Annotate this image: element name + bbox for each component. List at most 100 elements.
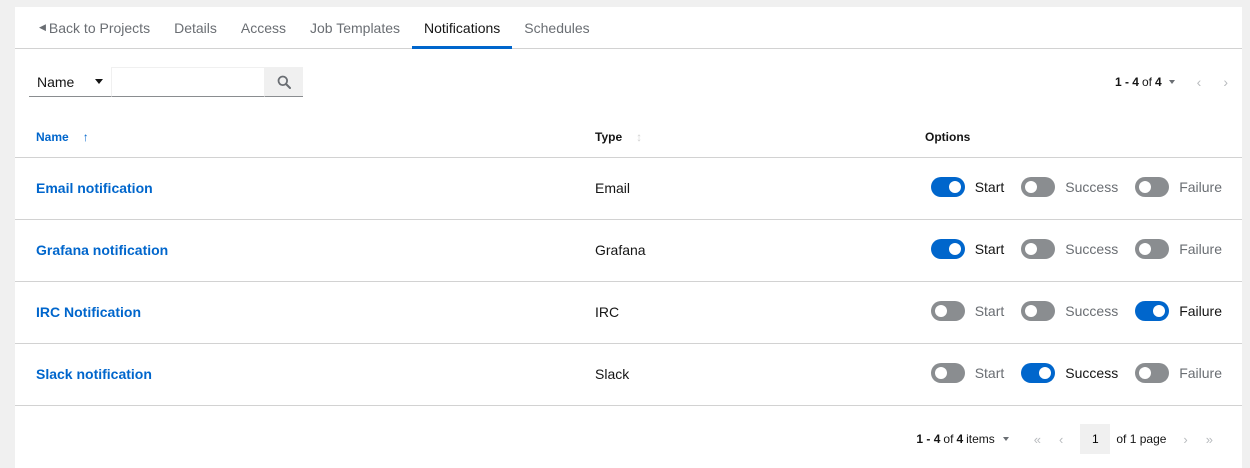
tab-schedules[interactable]: Schedules [512, 7, 601, 48]
toggle-label: Failure [1179, 179, 1222, 195]
project-notifications-card: ◀ Back to Projects Details Access Job Te… [15, 7, 1242, 468]
failure-toggle[interactable]: Failure [1135, 239, 1222, 259]
toggle-label: Failure [1179, 241, 1222, 257]
next-page-icon[interactable]: › [1183, 432, 1187, 447]
start-toggle[interactable]: Start [930, 239, 1005, 259]
toggle-knob [1025, 243, 1038, 255]
toggle-track [930, 363, 965, 383]
column-header-label: Options [925, 130, 971, 144]
caret-left-icon: ◀ [39, 22, 46, 32]
table-row: Grafana notification Grafana Start Succe… [15, 220, 1242, 282]
filter-field-select[interactable]: Name [29, 67, 111, 97]
search-icon [277, 75, 291, 89]
caret-down-icon [95, 79, 103, 84]
toggle-knob [1139, 181, 1152, 193]
success-toggle[interactable]: Success [1021, 363, 1118, 383]
search-button[interactable] [265, 67, 303, 97]
toggle-label: Start [974, 179, 1005, 195]
toggle-label: Success [1065, 365, 1119, 381]
tab-job-templates[interactable]: Job Templates [298, 7, 412, 48]
toggle-track [1021, 177, 1056, 197]
toggle-track [1021, 301, 1056, 321]
tab-back-to-projects[interactable]: ◀ Back to Projects [27, 7, 162, 48]
table-row: Slack notification Slack Start Success F… [15, 344, 1242, 406]
notification-type: IRC [595, 304, 620, 320]
pagination-items-label: items [966, 432, 995, 446]
table-row: IRC Notification IRC Start Success Failu… [15, 282, 1242, 344]
column-header-name[interactable]: Name ↑ [36, 130, 89, 144]
notifications-table: Name ↑ Type ↕ Options Email notification… [15, 113, 1242, 406]
column-header-type[interactable]: Type ↕ [595, 130, 642, 144]
toggle-label: Success [1065, 303, 1119, 319]
tab-label: Notifications [424, 19, 501, 36]
previous-page-icon[interactable]: ‹ [1059, 432, 1063, 447]
toggle-knob [934, 367, 947, 379]
toggle-label: Failure [1179, 365, 1222, 381]
toggle-knob [1025, 305, 1038, 317]
start-toggle[interactable]: Start [930, 177, 1005, 197]
toggle-track [1021, 239, 1056, 259]
per-page-toggle-icon[interactable] [1168, 80, 1175, 84]
tab-notifications[interactable]: Notifications [412, 7, 513, 49]
first-page-icon[interactable]: « [1034, 432, 1041, 447]
success-toggle[interactable]: Success [1021, 177, 1118, 197]
notification-type: Grafana [595, 242, 646, 258]
toggle-track [1135, 363, 1170, 383]
toggle-knob [1153, 305, 1166, 317]
tab-details[interactable]: Details [162, 7, 229, 48]
total-pages-label: of 1 page [1116, 432, 1167, 446]
start-toggle[interactable]: Start [930, 301, 1004, 321]
sort-icon: ↕ [636, 130, 643, 144]
tab-label: Back to Projects [48, 19, 151, 36]
tab-label: Job Templates [310, 19, 401, 36]
toggle-knob [934, 305, 947, 317]
notification-name-link[interactable]: IRC Notification [36, 304, 141, 320]
toggle-knob [1039, 367, 1052, 379]
toggle-label: Start [974, 365, 1005, 381]
success-toggle[interactable]: Success [1021, 239, 1118, 259]
toolbar: Name 1 - 4 of 4 ‹ › [15, 49, 1242, 113]
table-header: Name ↑ Type ↕ Options [15, 113, 1242, 158]
pagination-range: 1 - 4 [916, 432, 941, 446]
options-toggles: Start Success Failure [930, 239, 1222, 259]
toggle-knob [948, 181, 961, 193]
tab-bar: ◀ Back to Projects Details Access Job Te… [15, 7, 1242, 49]
toggle-track [1135, 301, 1170, 321]
toggle-knob [948, 243, 961, 255]
top-pagination: 1 - 4 of 4 ‹ › [1115, 67, 1228, 97]
notification-name-link[interactable]: Email notification [36, 180, 153, 196]
options-toggles: Start Success Failure [930, 363, 1222, 383]
pagination-range: 1 - 4 [1114, 75, 1139, 89]
pagination-of: of [1141, 75, 1152, 89]
toggle-track [930, 177, 965, 197]
tab-access[interactable]: Access [229, 7, 298, 48]
previous-page-icon[interactable]: ‹ [1197, 74, 1202, 90]
table-row: Email notification Email Start Success F… [15, 158, 1242, 220]
current-page-input[interactable] [1080, 424, 1111, 454]
per-page-toggle-icon[interactable] [1002, 437, 1009, 441]
start-toggle[interactable]: Start [930, 363, 1005, 383]
notification-name-link[interactable]: Slack notification [36, 366, 152, 382]
toggle-label: Success [1065, 179, 1119, 195]
success-toggle[interactable]: Success [1021, 301, 1118, 321]
toggle-track [1135, 177, 1170, 197]
next-page-icon[interactable]: › [1223, 74, 1228, 90]
column-header-label: Type [595, 130, 623, 144]
failure-toggle[interactable]: Failure [1135, 177, 1222, 197]
notification-name-link[interactable]: Grafana notification [36, 242, 168, 258]
bottom-pagination: 1 - 4 of 4 items « ‹ of 1 page › » [916, 421, 1222, 457]
column-header-options: Options [925, 130, 970, 144]
tab-label: Details [174, 19, 217, 36]
failure-toggle[interactable]: Failure [1135, 363, 1222, 383]
search-input[interactable] [111, 67, 265, 97]
notification-type: Slack [595, 366, 630, 382]
toggle-knob [1025, 181, 1038, 193]
toggle-knob [1139, 367, 1152, 379]
pagination-total: 4 [1154, 75, 1162, 89]
last-page-icon[interactable]: » [1206, 432, 1213, 447]
pagination-of: of [943, 432, 954, 446]
toggle-track [930, 239, 965, 259]
failure-toggle[interactable]: Failure [1135, 301, 1222, 321]
toggle-label: Start [974, 241, 1005, 257]
toggle-track [930, 301, 965, 321]
